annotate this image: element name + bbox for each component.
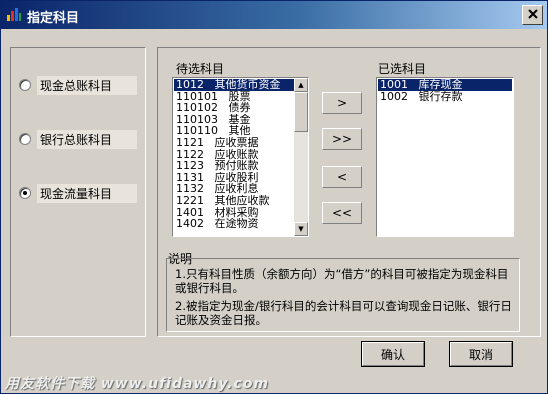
list-item[interactable]: 1132 应收利息 (174, 183, 294, 195)
radio-label: 银行总账科目 (37, 129, 137, 149)
list-item[interactable]: 1131 应收股利 (174, 172, 294, 184)
chosen-list[interactable]: 1001 库存现金 1002 银行存款 (376, 77, 514, 237)
radio-button[interactable] (19, 133, 31, 145)
chosen-items: 1001 库存现金 1002 银行存款 (378, 79, 512, 102)
pending-list[interactable]: 1012 其他货币资金 110101 股票 110102 债券 110103 基金 11… (172, 77, 309, 237)
description-box: 1.只有科目性质（余额方向）为“借方”的科目可被指定为现金科目或银行科目。 2.… (166, 258, 520, 332)
window-title: 指定科目 (27, 11, 80, 26)
list-item[interactable]: 110101 股票 (174, 91, 294, 103)
bar-chart-icon (6, 6, 22, 22)
list-item[interactable]: 1402 在途物资 (174, 218, 294, 230)
subject-type-panel: 现金总账科目 银行总账科目 现金流量科目 (10, 47, 146, 337)
close-icon (527, 8, 538, 23)
list-item[interactable]: 1002 银行存款 (378, 91, 512, 103)
triangle-up-icon: ▲ (298, 81, 304, 89)
scroll-up-button[interactable]: ▲ (294, 78, 308, 92)
radio-bank-ledger[interactable]: 银行总账科目 (19, 129, 139, 149)
pending-items: 1012 其他货币资金 110101 股票 110102 债券 110103 基金 11… (174, 79, 294, 230)
triangle-down-icon: ▼ (298, 225, 304, 233)
remove-one-button[interactable]: < (322, 166, 362, 188)
description-line-1: 1.只有科目性质（余额方向）为“借方”的科目可被指定为现金科目或银行科目。 (175, 267, 509, 295)
list-item[interactable]: 1001 库存现金 (378, 79, 512, 91)
chosen-label: 已选科目 (378, 62, 427, 76)
pending-scrollbar[interactable]: ▲ ▼ (294, 78, 308, 236)
remove-all-button[interactable]: << (322, 202, 362, 224)
radio-button[interactable] (19, 187, 31, 199)
list-item[interactable]: 1221 其他应收款 (174, 195, 294, 207)
close-button[interactable] (522, 5, 543, 25)
subject-selection-panel: 待选科目 已选科目 1012 其他货币资金 110101 股票 110102 债券 1… (157, 47, 541, 337)
list-item[interactable]: 1123 预付账款 (174, 160, 294, 172)
dialog-window: 指定科目 现金总账科目 银行总账科目 现金流量科目 待选科目 已选科目 1012… (0, 0, 548, 394)
pending-label: 待选科目 (176, 62, 225, 76)
watermark: 用友软件下载 www.ufidawhy.com (5, 376, 269, 392)
radio-label: 现金流量科目 (37, 183, 137, 203)
scroll-down-button[interactable]: ▼ (294, 222, 308, 236)
scroll-thumb[interactable] (294, 92, 308, 132)
description-line-2: 2.被指定为现金/银行科目的会计科目可以查询现金日记账、银行日记账及资金日报。 (175, 299, 512, 327)
radio-cash-flow[interactable]: 现金流量科目 (19, 183, 139, 203)
list-item[interactable]: 110103 基金 (174, 114, 294, 126)
radio-button[interactable] (19, 79, 31, 91)
list-item[interactable]: 110110 其他 (174, 125, 294, 137)
list-item[interactable]: 1401 材料采购 (174, 207, 294, 219)
cancel-button[interactable]: 取消 (449, 341, 513, 367)
ok-button[interactable]: 确认 (361, 341, 425, 367)
list-item[interactable]: 1121 应收票据 (174, 137, 294, 149)
radio-label: 现金总账科目 (37, 75, 137, 95)
list-item[interactable]: 1012 其他货币资金 (174, 79, 294, 91)
list-item[interactable]: 110102 债券 (174, 102, 294, 114)
radio-cash-ledger[interactable]: 现金总账科目 (19, 75, 139, 95)
list-item[interactable]: 1122 应收账款 (174, 149, 294, 161)
add-one-button[interactable]: > (322, 92, 362, 114)
add-all-button[interactable]: >> (322, 128, 362, 150)
title-bar[interactable]: 指定科目 (1, 1, 547, 29)
